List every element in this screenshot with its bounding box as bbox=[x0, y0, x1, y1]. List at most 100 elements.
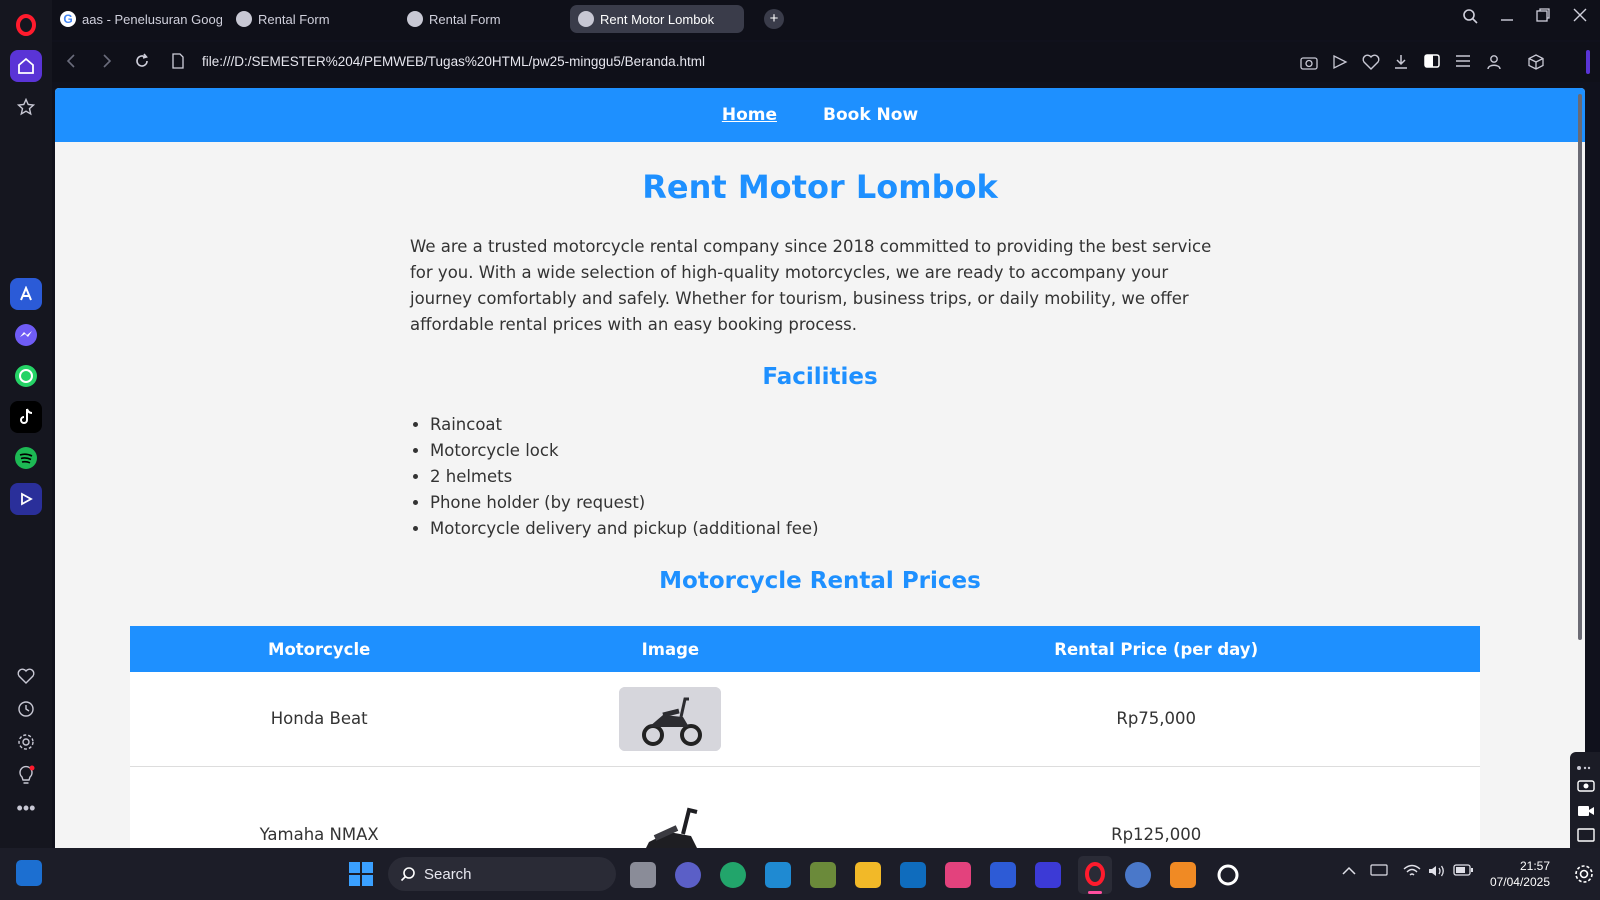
close-icon[interactable] bbox=[1573, 8, 1587, 27]
list-item: Raincoat bbox=[430, 412, 1230, 438]
globe-icon bbox=[407, 11, 423, 27]
star-icon[interactable] bbox=[10, 91, 42, 123]
rental-price: Rp75,000 bbox=[832, 672, 1480, 767]
vscode-icon[interactable] bbox=[765, 862, 791, 888]
search-icon bbox=[400, 867, 415, 882]
scooter-image bbox=[619, 686, 722, 751]
opera-taskbar-button[interactable] bbox=[1078, 856, 1112, 894]
prices-heading: Motorcycle Rental Prices bbox=[659, 568, 981, 594]
price-table: Motorcycle Image Rental Price (per day) … bbox=[130, 626, 1480, 848]
scrollbar[interactable] bbox=[1577, 88, 1583, 848]
teams-icon[interactable] bbox=[675, 862, 701, 888]
history-icon[interactable] bbox=[10, 693, 42, 725]
settings-icon[interactable] bbox=[10, 726, 42, 758]
app-hexagon-icon[interactable] bbox=[945, 862, 971, 888]
more-icon[interactable]: ••• bbox=[10, 792, 42, 824]
opera-gx-icon[interactable] bbox=[1215, 862, 1241, 888]
list-item: 2 helmets bbox=[430, 464, 1230, 490]
windows-start-icon[interactable] bbox=[348, 861, 374, 887]
whatsapp-icon[interactable] bbox=[10, 360, 42, 392]
globe-icon bbox=[236, 11, 252, 27]
extensions-cube-icon[interactable] bbox=[1528, 54, 1544, 75]
wifi-icon[interactable] bbox=[1403, 864, 1421, 881]
slash-app-icon[interactable] bbox=[1035, 862, 1061, 888]
minecraft-icon[interactable] bbox=[810, 862, 836, 888]
chevron-up-icon[interactable] bbox=[1342, 864, 1356, 879]
google-icon: G bbox=[60, 11, 76, 27]
pin-icon[interactable] bbox=[1576, 760, 1592, 778]
list-item: Phone holder (by request) bbox=[430, 490, 1230, 516]
back-icon[interactable] bbox=[66, 53, 76, 74]
column-header-motorcycle: Motorcycle bbox=[130, 626, 509, 672]
tab-rental-form-1[interactable]: Rental Form bbox=[228, 5, 393, 33]
opera-logo-icon[interactable] bbox=[10, 9, 42, 41]
restore-icon[interactable] bbox=[1536, 8, 1550, 27]
file-icon[interactable] bbox=[172, 53, 184, 74]
messenger-icon[interactable] bbox=[10, 319, 42, 351]
motorcycle-image-cell bbox=[508, 672, 833, 767]
notification-gear-icon[interactable] bbox=[1574, 864, 1594, 889]
search-label: Search bbox=[424, 865, 472, 883]
file-explorer-icon[interactable] bbox=[855, 862, 881, 888]
sidebar-accent bbox=[1586, 50, 1590, 74]
download-icon[interactable] bbox=[1393, 54, 1409, 75]
snapshot-icon[interactable] bbox=[1577, 778, 1595, 797]
tab-rent-motor-lombok[interactable]: Rent Motor Lombok bbox=[570, 5, 744, 33]
system-clock[interactable]: 21:57 07/04/2025 bbox=[1490, 858, 1550, 890]
player-icon[interactable] bbox=[10, 483, 42, 515]
outlook-icon[interactable] bbox=[900, 862, 926, 888]
reload-icon[interactable] bbox=[134, 53, 150, 74]
video-icon[interactable] bbox=[1577, 804, 1595, 822]
nav-home-link[interactable]: Home bbox=[722, 105, 777, 125]
menu-icon[interactable] bbox=[1455, 54, 1471, 73]
send-icon[interactable] bbox=[1332, 54, 1348, 75]
rental-price: Rp125,000 bbox=[832, 766, 1480, 848]
globe-app-icon[interactable] bbox=[1125, 862, 1151, 888]
spotify-icon[interactable] bbox=[10, 442, 42, 474]
camera-icon[interactable] bbox=[1300, 54, 1318, 75]
tab-label: Rental Form bbox=[258, 11, 330, 27]
taskbar-search[interactable]: Search bbox=[388, 857, 616, 891]
clock-time: 21:57 bbox=[1519, 859, 1550, 873]
keyboard-icon[interactable] bbox=[1370, 864, 1388, 879]
tab-google[interactable]: G aas - Penelusuran Google bbox=[52, 5, 222, 33]
column-header-price: Rental Price (per day) bbox=[832, 626, 1480, 672]
edge-icon[interactable] bbox=[720, 862, 746, 888]
battery-icon[interactable] bbox=[1453, 864, 1473, 879]
tab-label: Rent Motor Lombok bbox=[600, 11, 715, 27]
url-field[interactable]: file:///D:/SEMESTER%204/PEMWEB/Tugas%20H… bbox=[202, 54, 705, 69]
floating-tools bbox=[1570, 752, 1600, 848]
home-icon[interactable] bbox=[10, 50, 42, 82]
search-tabs-icon[interactable] bbox=[1462, 8, 1478, 29]
task-view-icon[interactable] bbox=[630, 862, 656, 888]
easy-setup-icon[interactable] bbox=[1424, 54, 1440, 73]
profile-icon[interactable] bbox=[1486, 54, 1502, 75]
dev-home-icon[interactable] bbox=[990, 862, 1016, 888]
pdf-app-icon[interactable] bbox=[1170, 862, 1196, 888]
page-title: Rent Motor Lombok bbox=[642, 168, 998, 206]
tab-label: Rental Form bbox=[429, 11, 501, 27]
forward-icon[interactable] bbox=[102, 53, 112, 74]
window-icon[interactable] bbox=[1577, 828, 1595, 847]
list-item: Motorcycle lock bbox=[430, 438, 1230, 464]
nav-book-now-link[interactable]: Book Now bbox=[823, 105, 918, 125]
tab-rental-form-2[interactable]: Rental Form bbox=[399, 5, 564, 33]
aria-icon[interactable] bbox=[10, 278, 42, 310]
new-tab-button[interactable]: + bbox=[764, 9, 784, 29]
motorcycle-image-cell bbox=[508, 766, 833, 848]
lightbulb-icon[interactable] bbox=[10, 759, 42, 791]
scrollbar-thumb[interactable] bbox=[1578, 94, 1582, 640]
motorcycle-name: Honda Beat bbox=[130, 672, 509, 767]
favorite-heart-icon[interactable] bbox=[1362, 54, 1380, 75]
widgets-icon[interactable] bbox=[16, 860, 42, 886]
facilities-list: Raincoat Motorcycle lock 2 helmets Phone… bbox=[410, 412, 1230, 542]
intro-paragraph: We are a trusted motorcycle rental compa… bbox=[410, 237, 1212, 334]
list-item: Motorcycle delivery and pickup (addition… bbox=[430, 516, 1230, 542]
tab-label: aas - Penelusuran Google bbox=[82, 11, 222, 27]
volume-icon[interactable] bbox=[1428, 864, 1446, 881]
tiktok-icon[interactable] bbox=[10, 401, 42, 433]
globe-icon bbox=[578, 11, 594, 27]
minimize-icon[interactable] bbox=[1500, 8, 1514, 29]
tab-bar: G aas - Penelusuran Google Rental Form R… bbox=[52, 0, 1600, 40]
heart-icon[interactable] bbox=[10, 660, 42, 692]
